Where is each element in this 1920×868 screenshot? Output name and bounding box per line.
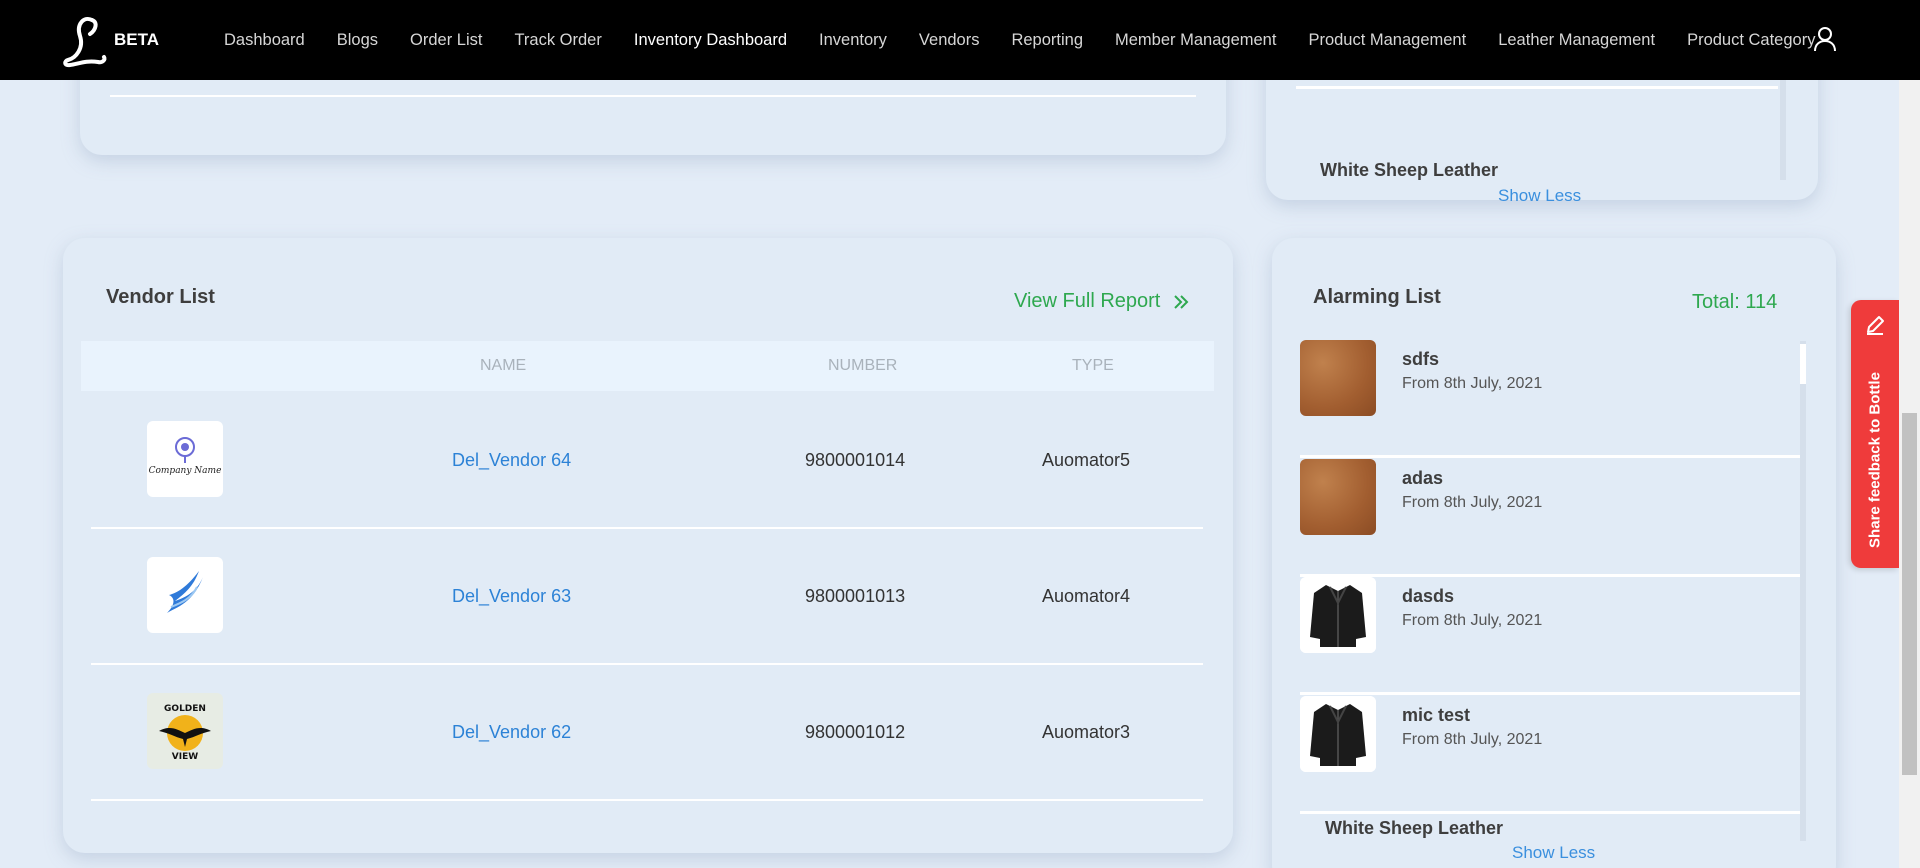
column-header-name: NAME xyxy=(480,357,527,374)
show-less-link[interactable]: Show Less xyxy=(1498,186,1581,206)
view-full-report-link[interactable]: View Full Report xyxy=(1014,290,1190,313)
item-date: From 8th July, 2021 xyxy=(1402,375,1543,392)
view-full-report-label: View Full Report xyxy=(1014,290,1161,312)
item-date: From 8th July, 2021 xyxy=(1402,494,1543,511)
vendor-name-link[interactable]: Del_Vendor 64 xyxy=(452,450,571,471)
nav-link-dashboard[interactable]: Dashboard xyxy=(224,31,305,50)
vendor-logo: GOLDEN VIEW xyxy=(147,693,223,769)
jacket-thumbnail xyxy=(1300,696,1376,772)
nav-link-product-category[interactable]: Product Category xyxy=(1687,31,1815,50)
double-chevron-right-icon xyxy=(1174,294,1189,309)
svg-text:GOLDEN: GOLDEN xyxy=(164,704,206,714)
page-scrollbar-thumb[interactable] xyxy=(1902,413,1917,775)
vendor-list-title: Vendor List xyxy=(106,286,215,308)
show-less-link[interactable]: Show Less xyxy=(1512,843,1595,863)
nav-link-leather-management[interactable]: Leather Management xyxy=(1498,31,1655,50)
beta-label: BETA xyxy=(114,30,160,49)
vendor-number: 9800001012 xyxy=(805,722,906,742)
nav-link-order-list[interactable]: Order List xyxy=(410,31,482,50)
vendor-logo: Company Name xyxy=(147,421,223,497)
nav-link-inventory-dashboard[interactable]: Inventory Dashboard xyxy=(634,31,787,50)
alarming-total: Total: 114 xyxy=(1692,291,1778,313)
vendor-type: Auomator5 xyxy=(1042,450,1131,470)
nav-link-vendors[interactable]: Vendors xyxy=(919,31,980,50)
scrollbar[interactable] xyxy=(1780,80,1786,180)
scrollbar-thumb[interactable] xyxy=(1800,344,1806,384)
vendor-type: Auomator4 xyxy=(1042,586,1131,606)
vendor-type: Auomator3 xyxy=(1042,722,1131,742)
alarming-list-card: Alarming List Total: 114 sdfs From 8th J… xyxy=(1272,238,1836,868)
nav-link-inventory[interactable]: Inventory xyxy=(819,31,887,50)
nav-links: Dashboard Blogs Order List Track Order I… xyxy=(208,0,1831,80)
item-name: sdfs xyxy=(1402,349,1440,369)
vendor-name-link[interactable]: Del_Vendor 63 xyxy=(452,586,571,607)
leather-thumbnail xyxy=(1300,340,1376,416)
item-date: From 8th July, 2021 xyxy=(1402,612,1543,629)
app-logo[interactable] xyxy=(62,14,112,68)
vendor-number: 9800001013 xyxy=(805,586,906,606)
column-header-type: TYPE xyxy=(1072,357,1114,374)
table-header: NAME NUMBER TYPE xyxy=(81,341,1214,391)
svg-text:Company Name: Company Name xyxy=(149,466,222,476)
nav-link-product-management[interactable]: Product Management xyxy=(1308,31,1466,50)
item-name: dasds xyxy=(1402,586,1455,606)
top-navbar: BETA Dashboard Blogs Order List Track Or… xyxy=(0,0,1920,80)
item-name: adas xyxy=(1402,468,1444,488)
divider xyxy=(1296,86,1778,89)
list-item[interactable]: dasds From 8th July, 2021 xyxy=(1300,577,1800,695)
divider xyxy=(110,95,1196,97)
item-date: From 8th July, 2021 xyxy=(1402,731,1543,748)
list-item[interactable]: adas From 8th July, 2021 xyxy=(1300,459,1800,577)
table-row: Del_Vendor 63 9800001013 Auomator4 xyxy=(91,529,1203,665)
leather-title: White Sheep Leather xyxy=(1325,818,1504,838)
user-icon[interactable] xyxy=(1812,26,1838,52)
vendor-list-card: Vendor List View Full Report NAME NUMBER… xyxy=(63,238,1233,853)
vendor-logo xyxy=(147,557,223,633)
nav-link-member-management[interactable]: Member Management xyxy=(1115,31,1276,50)
nav-link-blogs[interactable]: Blogs xyxy=(337,31,378,50)
feedback-label: Share feedback to Bottle xyxy=(1866,372,1884,548)
feedback-tab[interactable]: Share feedback to Bottle xyxy=(1851,300,1899,568)
nav-link-reporting[interactable]: Reporting xyxy=(1011,31,1083,50)
svg-text:VIEW: VIEW xyxy=(172,752,198,762)
jacket-thumbnail xyxy=(1300,577,1376,653)
item-name: mic test xyxy=(1402,705,1471,725)
table-row: Company Name Del_Vendor 64 9800001014 Au… xyxy=(91,393,1203,529)
list-item[interactable]: sdfs From 8th July, 2021 xyxy=(1300,340,1800,458)
column-header-number: NUMBER xyxy=(828,357,898,374)
alarming-list-title: Alarming List xyxy=(1313,286,1441,308)
list-item[interactable]: mic test From 8th July, 2021 xyxy=(1300,696,1800,814)
pencil-icon xyxy=(1867,316,1884,335)
leather-title: White Sheep Leather xyxy=(1320,160,1499,180)
table-row: GOLDEN VIEW Del_Vendor 62 9800001012 Auo… xyxy=(91,665,1203,801)
vendor-number: 9800001014 xyxy=(805,450,906,470)
scrollbar[interactable] xyxy=(1800,341,1806,841)
nav-link-track-order[interactable]: Track Order xyxy=(514,31,601,50)
vendor-name-link[interactable]: Del_Vendor 62 xyxy=(452,722,571,743)
leather-thumbnail xyxy=(1300,459,1376,535)
